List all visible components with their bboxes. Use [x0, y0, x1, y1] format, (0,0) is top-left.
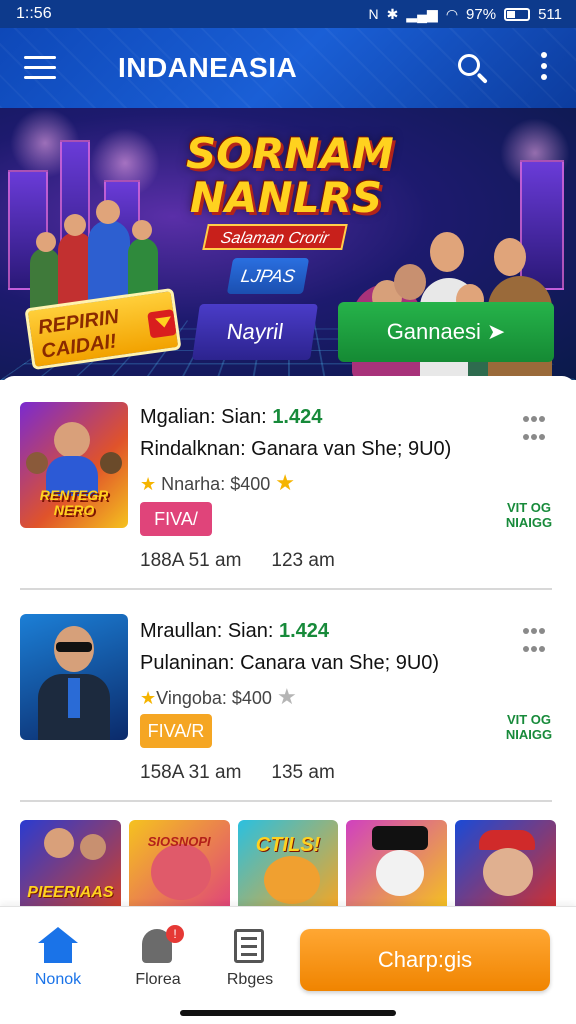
play-icon: [147, 309, 177, 339]
thumbnail[interactable]: PIEERIAAS: [20, 820, 121, 910]
search-icon[interactable]: [456, 52, 490, 86]
notification-badge: !: [166, 925, 184, 943]
card-title: Mgalian: Sian: 1.424: [140, 406, 323, 428]
battery-percent: 97%: [466, 5, 497, 23]
cta-button[interactable]: Charp:gis: [300, 929, 550, 991]
thumbnail[interactable]: [346, 820, 448, 910]
thumbnail-row: PIEERIAAS SIOSNOPI CTILS!: [20, 820, 556, 910]
home-icon: [38, 927, 78, 965]
banner-button-secondary[interactable]: Nayril: [192, 304, 318, 360]
card-subtitle: Rindalknan: Ganara van She; 9U0): [140, 438, 452, 460]
home-indicator[interactable]: [180, 1010, 396, 1016]
status-extra: 511: [538, 5, 562, 23]
app-title: INDANEASIA: [118, 52, 298, 83]
app-bar: INDANEASIA: [0, 28, 576, 108]
status-bar: 1::56 N ✱ ▂▄▆ ◠ 97% 511: [0, 0, 576, 28]
card-more-icon[interactable]: [522, 622, 550, 652]
banner-button-primary[interactable]: Gannaesi ➤: [338, 302, 554, 362]
battery-icon: [504, 7, 531, 21]
card-thumbnail: RENTEGR NERO: [20, 402, 128, 528]
banner-button-primary-label: Gannaesi: [386, 319, 481, 344]
card-meta: 158A 31 am 135 am: [140, 762, 335, 783]
card-thumbnail: [20, 614, 128, 740]
card-rating: ★ Nnarha: $400 ★: [140, 470, 295, 495]
wifi-icon: ◠: [445, 5, 459, 22]
star-icon: ★: [140, 688, 157, 708]
document-icon: [234, 929, 264, 963]
star-icon: ★: [140, 474, 157, 494]
star-icon: ★: [275, 470, 295, 495]
menu-icon[interactable]: [24, 56, 56, 80]
status-icons: N ✱ ▂▄▆ ◠ 97% 511: [369, 6, 562, 23]
arrow-icon: ➤: [486, 319, 506, 344]
divider: [20, 800, 552, 802]
card-subtitle: Pulaninan: Canara van She; 9U0): [140, 652, 440, 674]
bluetooth-icon: ✱: [386, 5, 399, 22]
list-item[interactable]: RENTEGR NERO Mgalian: Sian: 1.424 Rindal…: [20, 402, 556, 582]
status-badge: FIVA/: [140, 502, 212, 536]
list-item[interactable]: Mraullan: Sian: 1.424 Pulaninan: Canara …: [20, 614, 556, 794]
banner-subtitle: Salaman Crorir: [202, 224, 348, 250]
thumbnail[interactable]: [455, 820, 556, 910]
card-meta: 188A 51 am 123 am: [140, 550, 335, 571]
divider: [20, 588, 552, 590]
card-title: Mraullan: Sian: 1.424: [140, 620, 330, 642]
promo-banner[interactable]: SORNAM NANLRS Salaman Crorir LJPAS REPIR…: [0, 108, 576, 380]
card-side-label: VIT OG NIAIGG: [505, 712, 553, 742]
status-time: 1::56: [16, 5, 52, 22]
banner-title: SORNAM NANLRS: [186, 129, 394, 222]
card-more-icon[interactable]: [522, 410, 550, 440]
star-icon: ★: [276, 684, 297, 709]
thumbnail[interactable]: CTILS!: [237, 820, 339, 910]
status-badge: FIVA/R: [140, 714, 212, 748]
more-options-icon[interactable]: [536, 52, 552, 86]
signal-icon: ▂▄▆: [406, 5, 438, 22]
nfc-icon: N: [368, 6, 379, 22]
card-side-label: VIT OG NIAIGG: [505, 500, 553, 530]
banner-chip: LJPAS: [226, 258, 310, 294]
bottom-navigation: Nonok ! Florea Rbges Charp:gis: [0, 906, 576, 1024]
thumbnail[interactable]: SIOSNOPI: [128, 820, 230, 910]
card-rating: ★Vingoba: $400 ★: [140, 684, 297, 709]
